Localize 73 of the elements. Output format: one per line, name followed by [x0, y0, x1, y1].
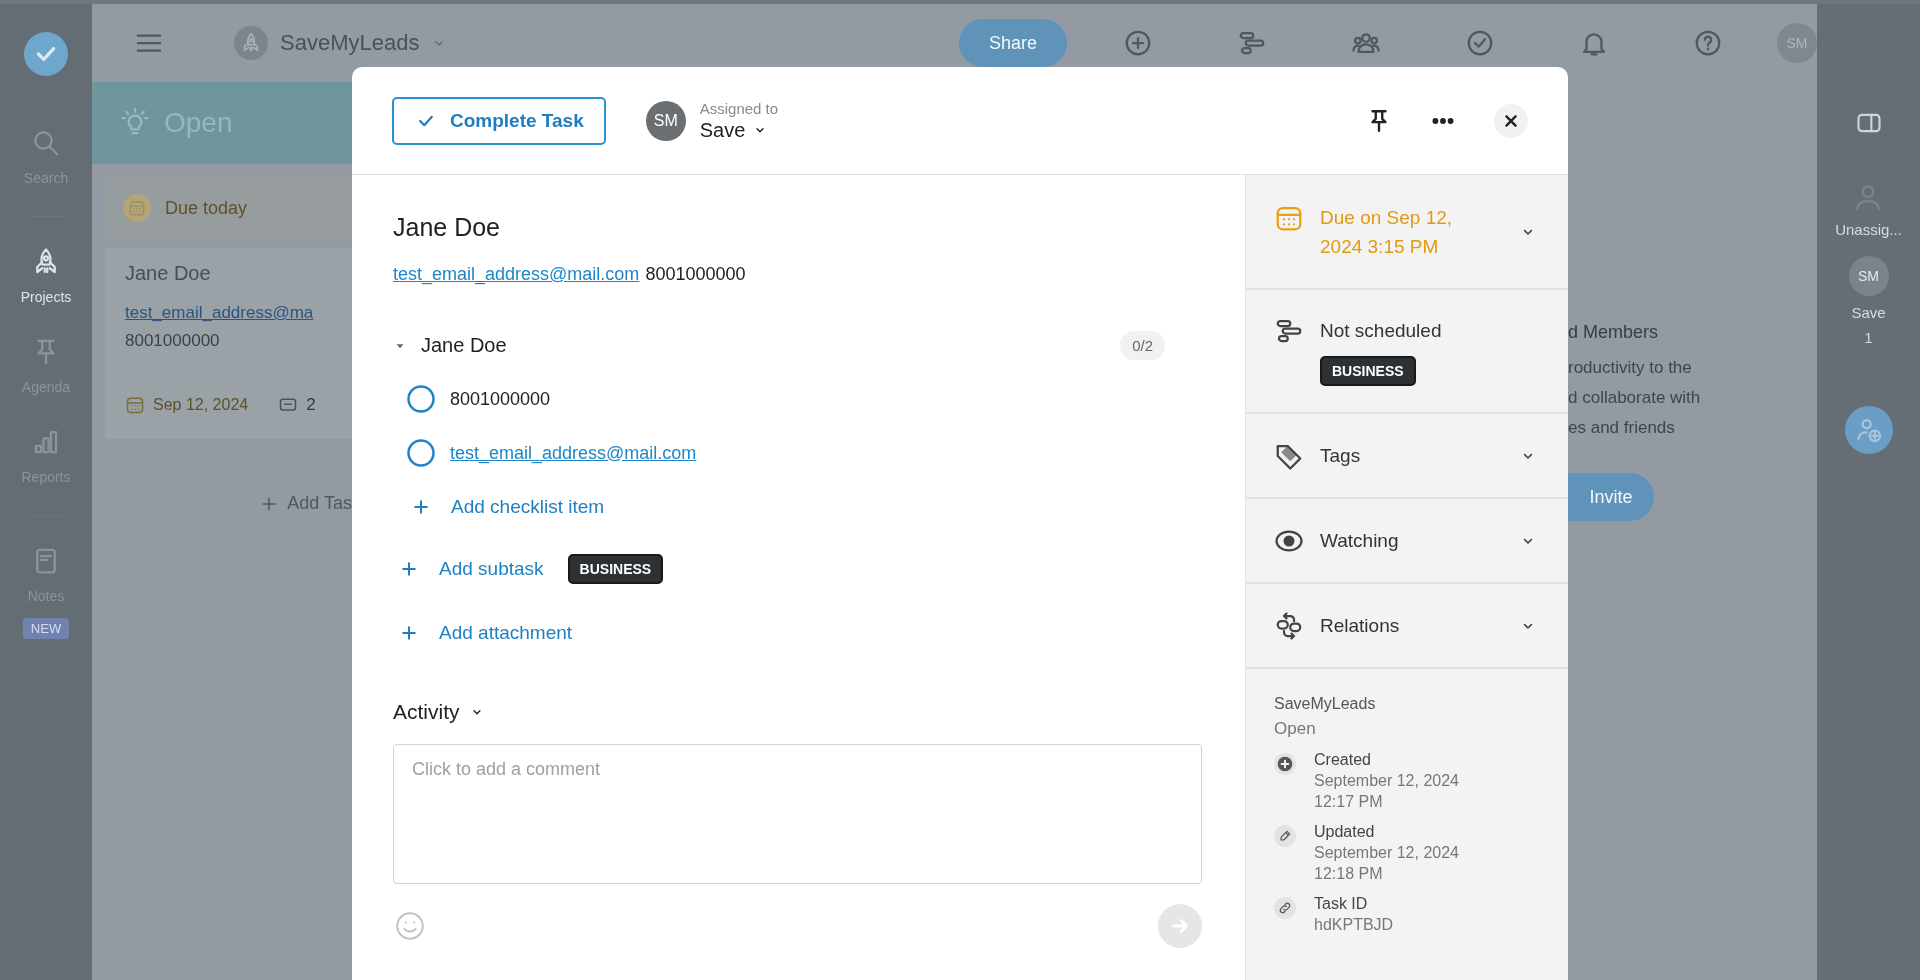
add-task-button[interactable]: Add Tas	[259, 493, 352, 514]
meta-value: September 12, 2024	[1314, 772, 1459, 790]
meta-value: September 12, 2024	[1314, 844, 1459, 862]
checklist-text: 8001000000	[450, 388, 551, 410]
activity-dropdown[interactable]: Activity	[393, 700, 484, 724]
watching-section[interactable]: Watching	[1246, 499, 1568, 584]
email-link[interactable]: test_email_address@ma	[125, 303, 352, 323]
plus-icon	[411, 497, 431, 517]
share-button[interactable]: Share	[959, 19, 1067, 67]
check-circle-icon[interactable]	[1465, 28, 1495, 58]
add-user-icon	[1854, 416, 1883, 444]
link-icon	[1274, 897, 1296, 919]
tags-section[interactable]: Tags	[1246, 414, 1568, 499]
relations-section[interactable]: Relations	[1246, 584, 1568, 669]
sidebar-item[interactable]: Projects	[20, 239, 72, 313]
add-checklist-item-button[interactable]: Add checklist item	[411, 496, 605, 518]
card-title: Jane Doe	[125, 262, 212, 285]
add-member-button[interactable]	[1844, 406, 1893, 454]
help-icon[interactable]	[1693, 28, 1723, 58]
meta-time: 12:18 PM	[1314, 865, 1384, 883]
workspace-switcher[interactable]: SaveMyLeads	[234, 26, 448, 60]
user-avatar: SM	[645, 100, 686, 141]
assigned-label: Assigned to	[699, 99, 779, 117]
invite-button[interactable]: Invite	[1568, 473, 1654, 521]
email-link[interactable]: test_email_address@mail.com	[450, 442, 697, 464]
comment-field[interactable]: Click to add a comment	[393, 744, 1202, 884]
assignee-filter[interactable]: SM Save 1	[1848, 250, 1889, 346]
plan-badge: BUSINESS	[567, 554, 664, 584]
complete-task-button[interactable]: Complete Task	[392, 96, 606, 145]
email-link[interactable]: test_email_address@mail.com	[393, 264, 640, 285]
checklist-toggle[interactable]: Jane Doe	[393, 334, 507, 357]
task-card[interactable]: Jane Doe test_email_address@ma 8001000000 Sep 12, 2024 2	[105, 248, 352, 439]
pencil-icon	[1274, 825, 1296, 847]
task-title: Jane Doe	[393, 213, 501, 242]
plus-icon	[399, 623, 419, 643]
add-attachment-button[interactable]: Add attachment	[399, 622, 573, 644]
assignee-dropdown[interactable]: Save	[699, 118, 779, 142]
user-avatar: SM	[1848, 256, 1889, 296]
add-subtask-button[interactable]: Add subtask	[399, 558, 544, 580]
due-date: Sep 12, 2024	[153, 396, 249, 414]
new-badge: NEW	[22, 618, 70, 639]
meta-time: 12:17 PM	[1314, 793, 1384, 811]
progress-pill: 0/2	[1120, 331, 1165, 360]
meta-label: Task ID	[1314, 895, 1369, 913]
relations-icon	[1274, 610, 1304, 641]
calendar-icon	[125, 395, 145, 415]
emoji-icon[interactable]	[393, 909, 427, 943]
meta-label: Created	[1314, 751, 1372, 769]
phone-number: 8001000000	[125, 331, 221, 351]
comment-count: 2	[306, 395, 316, 415]
schedule-label: Not scheduled	[1320, 320, 1442, 342]
assignee-filter[interactable]: Unassig...	[1835, 181, 1902, 238]
calendar-icon	[128, 199, 146, 217]
meta-value: hdKPTBJD	[1314, 916, 1394, 934]
project-name: SaveMyLeads	[1274, 695, 1377, 713]
description-line: es and friends	[1568, 417, 1676, 439]
phone-number: 8001000000	[645, 264, 746, 285]
plus-circle-icon	[1274, 753, 1296, 775]
meta-label: Updated	[1314, 823, 1376, 841]
plan-badge: BUSINESS	[1320, 356, 1416, 386]
status-label: Open	[1274, 719, 1317, 739]
close-button[interactable]	[1494, 103, 1528, 138]
panel-title: d Members	[1568, 322, 1660, 343]
checkbox[interactable]	[406, 438, 436, 468]
description-line: roductivity to the	[1568, 357, 1693, 379]
plus-icon	[399, 559, 419, 579]
add-icon[interactable]	[1123, 28, 1153, 58]
count: 1	[1864, 329, 1873, 346]
due-date-section[interactable]: Due on Sep 12, 2024 3:15 PM	[1246, 175, 1568, 290]
description-line: d collaborate with	[1568, 387, 1701, 409]
checkbox[interactable]	[406, 384, 436, 414]
search-icon	[31, 128, 61, 158]
group-header: Due today	[105, 178, 352, 238]
